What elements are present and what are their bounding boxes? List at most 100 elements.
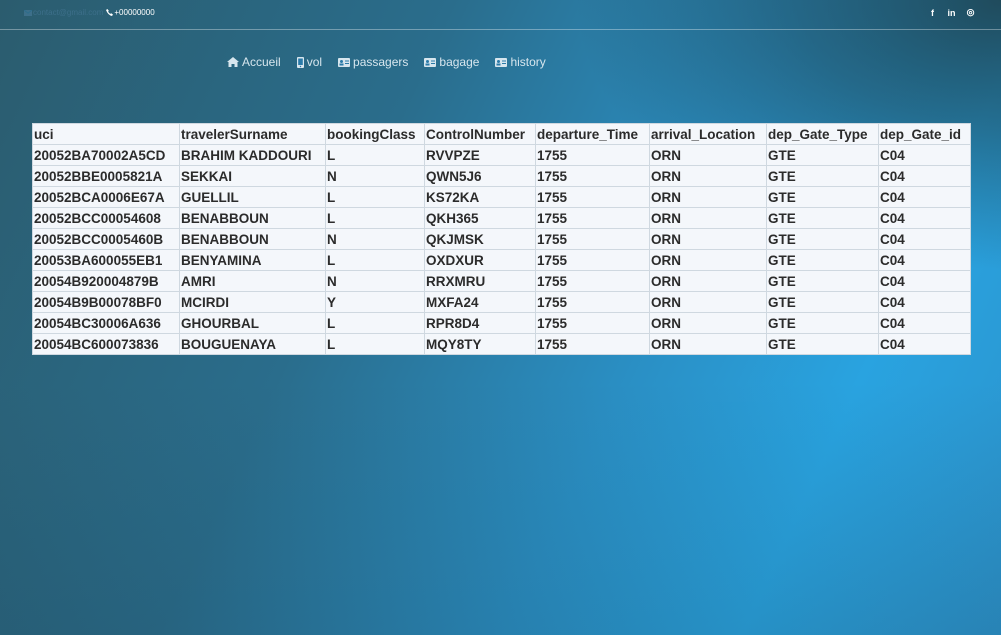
column-header: uci <box>32 123 180 145</box>
linkedin-icon[interactable]: in <box>946 8 957 18</box>
nav-item-passagers[interactable]: passagers <box>338 55 408 69</box>
table-cell: GTE <box>766 270 879 292</box>
table-cell: 20052BCA0006E67A <box>32 186 180 208</box>
table-cell: BENYAMINA <box>179 249 326 271</box>
table-row: 20052BCC0005460B BENABBOUN N QKJMSK 1755 ORN G… <box>32 228 971 250</box>
table-cell: C04 <box>878 312 971 334</box>
id-card-icon <box>495 57 508 67</box>
table-cell: C04 <box>878 144 971 166</box>
social-links: f in ◎ <box>927 7 976 18</box>
top-bar: contact@gmail.com +00000000 f in ◎ <box>0 0 1001 30</box>
nav-item-history[interactable]: history <box>495 55 546 69</box>
table-cell: ORN <box>649 291 767 313</box>
nav-label: bagage <box>439 55 480 69</box>
table-cell: BOUGUENAYA <box>179 333 326 355</box>
table-cell: GTE <box>766 144 879 166</box>
nav-label: vol <box>306 55 323 69</box>
table-cell: 1755 <box>535 186 650 208</box>
table-cell: L <box>325 207 425 229</box>
table-cell: 20052BCC0005460B <box>32 228 180 250</box>
phone-text: +00000000 <box>114 8 155 17</box>
column-header: departure_Time <box>535 123 650 145</box>
instagram-icon[interactable]: ◎ <box>965 7 976 18</box>
email-text: contact@gmail.com <box>33 8 104 17</box>
table-cell: 1755 <box>535 165 650 187</box>
table-body: 20052BA70002A5CD BRAHIM KADDOURI L RVVPZE 17… <box>32 144 971 355</box>
table-row: 20054B9B00078BF0 MCIRDI Y MXFA24 1755 ORN GTE C… <box>32 291 971 313</box>
phone-link[interactable]: +00000000 <box>106 8 155 17</box>
nav-label: Accueil <box>242 55 281 69</box>
table-cell: QKJMSK <box>424 228 536 250</box>
table-row: 20053BA600055EB1 BENYAMINA L OXDXUR 1755 ORN G… <box>32 249 971 271</box>
table-cell: 1755 <box>535 249 650 271</box>
mobile-icon <box>296 56 304 68</box>
table-cell: C04 <box>878 186 971 208</box>
table-row: 20054BC600073836 BOUGUENAYA L MQY8TY 1755 ORN… <box>32 333 971 355</box>
table-cell: L <box>325 144 425 166</box>
contact-info: contact@gmail.com +00000000 <box>24 8 155 17</box>
table-cell: 20054B920004879B <box>32 270 180 292</box>
table-cell: QKH365 <box>424 207 536 229</box>
phone-icon <box>106 9 114 16</box>
envelope-icon <box>24 9 32 16</box>
table-cell: C04 <box>878 270 971 292</box>
table-cell: 20053BA600055EB1 <box>32 249 180 271</box>
email-link[interactable]: contact@gmail.com <box>24 8 103 17</box>
table-cell: 1755 <box>535 291 650 313</box>
table-cell: 20052BA70002A5CD <box>32 144 180 166</box>
table-header-row: uci travelerSurname bookingClass ControlNum… <box>32 123 971 145</box>
table-cell: 20052BBE0005821A <box>32 165 180 187</box>
table-cell: C04 <box>878 228 971 250</box>
id-card-icon <box>424 57 437 67</box>
table-cell: SEKKAI <box>179 165 326 187</box>
table-cell: C04 <box>878 249 971 271</box>
table-cell: 1755 <box>535 312 650 334</box>
table-cell: GTE <box>766 186 879 208</box>
table-cell: AMRI <box>179 270 326 292</box>
column-header: bookingClass <box>325 123 425 145</box>
nav-item-vol[interactable]: vol <box>296 55 323 69</box>
facebook-icon[interactable]: f <box>927 8 938 18</box>
id-card-icon <box>338 57 351 67</box>
main-nav: Accueil vol passagers bagage history <box>227 55 562 69</box>
table-cell: GTE <box>766 228 879 250</box>
table-cell: N <box>325 165 425 187</box>
table-cell: ORN <box>649 312 767 334</box>
table-cell: GTE <box>766 165 879 187</box>
table-cell: C04 <box>878 333 971 355</box>
table-cell: QWN5J6 <box>424 165 536 187</box>
table-cell: GHOURBAL <box>179 312 326 334</box>
column-header: dep_Gate_Type <box>766 123 879 145</box>
table-cell: ORN <box>649 186 767 208</box>
table-row: 20054B920004879B AMRI N RRXMRU 1755 ORN GTE C04 <box>32 270 971 292</box>
table-cell: ORN <box>649 165 767 187</box>
table-row: 20052BCC00054608 BENABBOUN L QKH365 1755 ORN G… <box>32 207 971 229</box>
table-cell: ORN <box>649 144 767 166</box>
column-header: ControlNumber <box>424 123 536 145</box>
column-header: dep_Gate_id <box>878 123 971 145</box>
booking-table: uci travelerSurname bookingClass ControlNum… <box>32 123 971 355</box>
table-cell: 1755 <box>535 333 650 355</box>
table-cell: OXDXUR <box>424 249 536 271</box>
table-cell: GTE <box>766 249 879 271</box>
table-cell: L <box>325 312 425 334</box>
table-cell: L <box>325 333 425 355</box>
table-cell: L <box>325 186 425 208</box>
table-cell: 1755 <box>535 207 650 229</box>
nav-item-accueil[interactable]: Accueil <box>227 55 281 69</box>
table-cell: BRAHIM KADDOURI <box>179 144 326 166</box>
table-cell: GTE <box>766 312 879 334</box>
table-cell: BENABBOUN <box>179 207 326 229</box>
table-cell: 20054B9B00078BF0 <box>32 291 180 313</box>
table-cell: GTE <box>766 333 879 355</box>
table-cell: N <box>325 270 425 292</box>
table-cell: L <box>325 249 425 271</box>
nav-item-bagage[interactable]: bagage <box>424 55 479 69</box>
table-cell: GTE <box>766 207 879 229</box>
table-cell: ORN <box>649 228 767 250</box>
table-cell: MCIRDI <box>179 291 326 313</box>
table-cell: 20054BC30006A636 <box>32 312 180 334</box>
table-cell: ORN <box>649 333 767 355</box>
table-row: 20052BCA0006E67A GUELLIL L KS72KA 1755 ORN GTE… <box>32 186 971 208</box>
table-cell: ORN <box>649 270 767 292</box>
